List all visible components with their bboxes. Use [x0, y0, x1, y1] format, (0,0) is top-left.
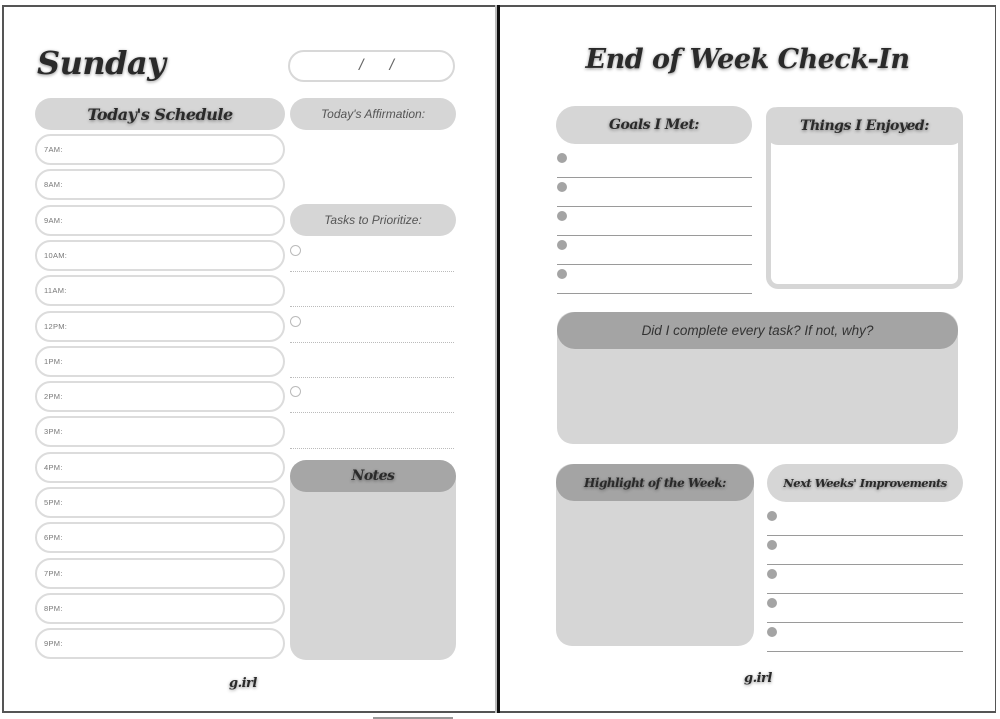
- bullet-dot-icon: [557, 182, 567, 192]
- page-divider: [495, 5, 500, 713]
- time-slot-label: 1PM:: [44, 356, 63, 366]
- date-field[interactable]: / /: [288, 50, 455, 82]
- bullet-dot-icon: [557, 269, 567, 279]
- affirmation-label: Today's Affirmation:: [290, 98, 456, 130]
- time-slot[interactable]: 6PM:: [35, 522, 285, 554]
- time-slot[interactable]: 5PM:: [35, 487, 285, 518]
- bullet-line[interactable]: [557, 236, 752, 265]
- time-slot-label: 3PM:: [44, 427, 63, 437]
- time-slot-label: 6PM:: [44, 533, 63, 543]
- bullet-line[interactable]: [767, 507, 963, 536]
- brand-logo: g.irl: [229, 676, 257, 691]
- time-slot-label: 7AM:: [44, 145, 63, 154]
- time-slot[interactable]: 1PM:: [35, 345, 285, 377]
- time-slot[interactable]: 8AM:: [35, 169, 285, 201]
- task-line[interactable]: [290, 308, 454, 343]
- bullet-line[interactable]: [767, 623, 963, 652]
- time-slot-label: 8PM:: [44, 603, 63, 613]
- time-slot[interactable]: 12PM:: [35, 310, 285, 342]
- improvements-header: Next Weeks' Improvements: [767, 464, 963, 502]
- task-line[interactable]: [290, 237, 454, 272]
- brand-logo: g.irl: [744, 671, 772, 686]
- time-slot[interactable]: 9AM:: [35, 204, 285, 236]
- tasks-label: Tasks to Prioritize:: [290, 204, 456, 236]
- bullet-dot-icon: [767, 627, 777, 637]
- time-slot-label: 8AM:: [44, 180, 63, 190]
- task-line[interactable]: [290, 378, 454, 414]
- time-slot[interactable]: 2PM:: [35, 381, 285, 413]
- time-slot-label: 2PM:: [44, 392, 63, 402]
- enjoyed-box[interactable]: Things I Enjoyed:: [766, 107, 963, 289]
- notes-box[interactable]: Notes: [290, 460, 456, 660]
- task-line[interactable]: [290, 343, 454, 378]
- time-slot[interactable]: 7AM:: [35, 134, 285, 165]
- bullet-line[interactable]: [557, 149, 752, 178]
- highlight-box[interactable]: Highlight of the Week:: [556, 464, 754, 646]
- bullet-dot-icon: [767, 598, 777, 608]
- time-slot-label: 10AM:: [44, 250, 68, 260]
- task-line[interactable]: [290, 414, 454, 449]
- bullet-dot-icon: [557, 240, 567, 250]
- schedule-header: Today's Schedule: [35, 98, 285, 130]
- enjoyed-header: Things I Enjoyed:: [766, 107, 963, 145]
- time-slot[interactable]: 9PM:: [35, 628, 285, 660]
- time-slot[interactable]: 3PM:: [35, 416, 285, 448]
- bullet-line[interactable]: [557, 265, 752, 294]
- time-slot[interactable]: 7PM:: [35, 557, 285, 589]
- bullet-line[interactable]: [767, 594, 963, 623]
- checkin-title: End of Week Check-In: [585, 44, 910, 75]
- bullet-line[interactable]: [767, 565, 963, 594]
- time-slot-label: 12PM:: [44, 321, 68, 331]
- time-slot-label: 5PM:: [44, 498, 63, 507]
- time-slot[interactable]: 8PM:: [35, 592, 285, 624]
- notes-header: Notes: [290, 460, 456, 492]
- time-slot[interactable]: 10AM:: [35, 239, 285, 271]
- checkbox-circle-icon[interactable]: [290, 315, 301, 327]
- checkbox-circle-icon[interactable]: [290, 245, 301, 256]
- time-slot-label: 9AM:: [44, 215, 63, 225]
- time-slot-label: 4PM:: [44, 462, 63, 472]
- bullet-line[interactable]: [767, 536, 963, 565]
- bullet-dot-icon: [767, 511, 777, 521]
- time-slot-label: 11AM:: [44, 286, 67, 296]
- time-slot[interactable]: 11AM:: [35, 275, 285, 307]
- bullet-dot-icon: [767, 569, 777, 579]
- task-line[interactable]: [290, 272, 454, 308]
- task-question: Did I complete every task? If not, why?: [557, 312, 958, 349]
- date-separator: /: [389, 57, 394, 74]
- task-reflection-box[interactable]: Did I complete every task? If not, why?: [557, 312, 958, 444]
- bullet-dot-icon: [557, 211, 567, 221]
- bullet-line[interactable]: [557, 207, 752, 236]
- day-title: Sunday: [37, 44, 166, 82]
- time-slot-label: 9PM:: [44, 639, 63, 649]
- bullet-line[interactable]: [557, 178, 752, 207]
- bullet-dot-icon: [767, 540, 777, 550]
- time-slot[interactable]: 4PM:: [35, 451, 285, 483]
- goals-header: Goals I Met:: [556, 106, 752, 144]
- highlight-header: Highlight of the Week:: [556, 464, 754, 501]
- time-slot-label: 7PM:: [44, 568, 63, 578]
- bullet-dot-icon: [557, 153, 567, 163]
- checkbox-circle-icon[interactable]: [290, 386, 301, 398]
- date-separator: /: [359, 57, 364, 74]
